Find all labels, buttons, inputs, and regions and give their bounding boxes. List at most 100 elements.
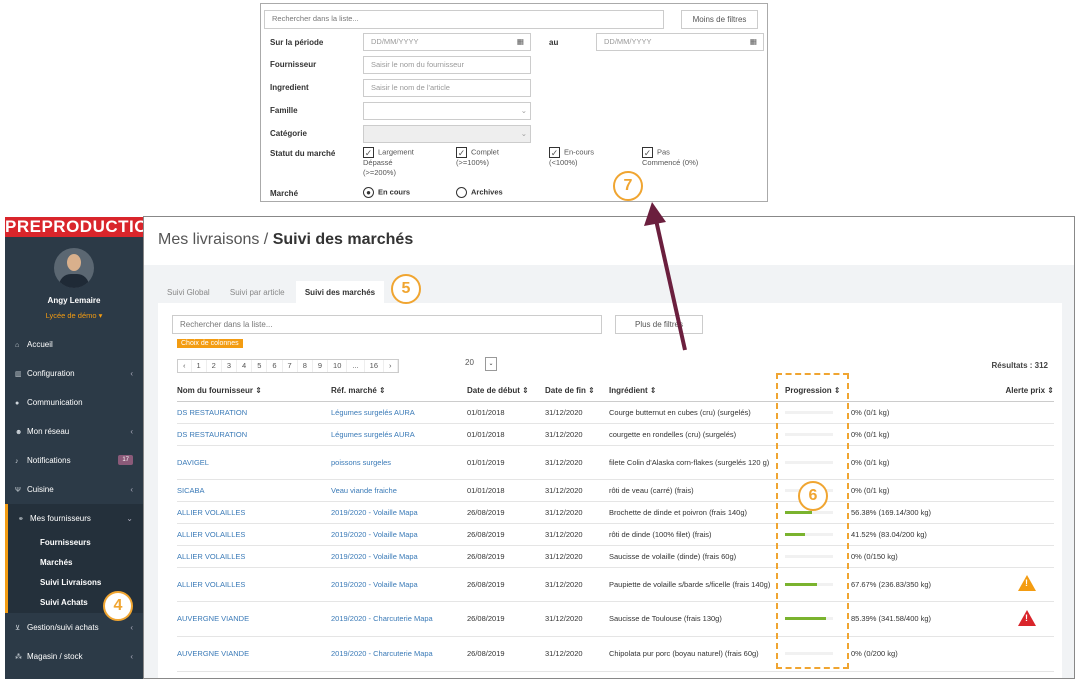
market-link[interactable]: 2019/2020 - Volaille Mapa (331, 545, 467, 568)
radio-archives[interactable]: Archives (456, 187, 503, 198)
page-link[interactable]: 10 (328, 360, 348, 372)
table-row[interactable]: AUVERGNE VIANDE 2019/2020 - Charcuterie … (177, 601, 1054, 637)
category-label: Catégorie (270, 129, 307, 138)
supplier-input[interactable]: Saisir le nom du fournisseur (363, 56, 531, 74)
sidebar-subitem-suivi-livraisons[interactable]: Suivi Livraisons (5, 573, 143, 593)
status-largement-depasse[interactable]: ✓ Largement Dépassé (>=200%) (363, 147, 443, 178)
sidebar-item-accueil[interactable]: ⌂ Accueil (5, 330, 143, 359)
supplier-link[interactable]: AUVERGNE VIANDE (177, 601, 331, 637)
to-label: au (549, 38, 559, 47)
page-link[interactable]: 3 (222, 360, 238, 372)
column-header[interactable]: Alerte prix ⇕ (981, 381, 1054, 402)
tab-suivi-par-article[interactable]: Suivi par article (221, 281, 294, 305)
table-row[interactable]: ALLIER VOLAILLES 2019/2020 - Volaille Ma… (177, 567, 1054, 602)
supplier-link[interactable]: ALLIER VOLAILLES (177, 523, 331, 546)
sidebar-item-mon-reseau[interactable]: ☻ Mon réseau ‹ (5, 417, 143, 446)
page-size-select[interactable]: ⌄ (485, 357, 497, 371)
ingredient: courgette en rondelles (cru) (surgelés) (609, 423, 785, 446)
price-alert (981, 423, 1054, 446)
date-to-field[interactable]: DD/MM/YYYY ▦ (596, 33, 764, 51)
status-en-cours[interactable]: ✓ En-cours (<100%) (549, 147, 629, 168)
column-header[interactable]: Date de début ⇕ (467, 381, 545, 402)
sidebar-item-notifications[interactable]: ♪ Notifications 17 (5, 446, 143, 475)
market-link[interactable]: 2019/2020 - Volaille Mapa (331, 501, 467, 524)
less-filters-button[interactable]: Moins de filtres (681, 10, 758, 29)
chevron-down-icon: ⌄ (520, 129, 527, 138)
supplier-link[interactable]: ALLIER VOLAILLES (177, 501, 331, 524)
ingredient: rôti de dinde (100% filet) (frais) (609, 523, 785, 546)
callout-6: 6 (798, 481, 828, 511)
radio-en-cours[interactable]: ● En cours (363, 187, 410, 198)
page-link[interactable]: 9 (313, 360, 329, 372)
notification-badge: 17 (118, 455, 133, 465)
market-link[interactable]: poissons surgeles (331, 445, 467, 480)
market-link[interactable]: 2019/2020 - Charcuterie Mapa (331, 601, 467, 637)
column-header[interactable]: Réf. marché ⇕ (331, 381, 467, 402)
page-link[interactable]: ‹ (178, 360, 192, 372)
family-label: Famille (270, 106, 298, 115)
table-row[interactable]: ALLIER VOLAILLES 2019/2020 - Volaille Ma… (177, 501, 1054, 524)
supplier-link[interactable]: DS RESTAURATION (177, 401, 331, 424)
category-select[interactable]: ⌄ (363, 125, 531, 143)
family-select[interactable]: ⌄ (363, 102, 531, 120)
fork-icon: Ψ (15, 487, 21, 494)
market-link[interactable]: Légumes surgelés AURA (331, 401, 467, 424)
column-header[interactable]: Nom du fournisseur ⇕ (177, 381, 331, 402)
tab-suivi-global[interactable]: Suivi Global (158, 281, 219, 305)
status-pas-commence[interactable]: ✓ Pas Commencé (0%) (642, 147, 732, 168)
column-header[interactable]: Ingrédient ⇕ (609, 381, 785, 402)
page-link[interactable]: 2 (207, 360, 222, 372)
ingredient-input[interactable]: Saisir le nom de l'article (363, 79, 531, 97)
page-size-value: 20 (465, 358, 474, 367)
school-selector[interactable]: Lycée de démo ▾ (5, 311, 143, 320)
page-link[interactable]: 4 (237, 360, 253, 372)
table-row[interactable]: AUVERGNE VIANDE 2019/2020 - Charcuterie … (177, 636, 1054, 672)
supplier-link[interactable]: DAVIGEL (177, 445, 331, 480)
supplier-link[interactable]: DS RESTAURATION (177, 423, 331, 446)
sidebar-item-mes-fournisseurs[interactable]: ⚭ Mes fournisseurs ⌄ (5, 504, 143, 533)
market-link[interactable]: 2019/2020 - Volaille Mapa (331, 567, 467, 602)
sidebar-subitem-fournisseurs[interactable]: Fournisseurs (5, 533, 143, 553)
page-link[interactable]: 5 (252, 360, 268, 372)
sidebar-item-cuisine[interactable]: Ψ Cuisine ‹ (5, 475, 143, 504)
filter-search-input[interactable]: Rechercher dans la liste... (264, 10, 664, 29)
page-link[interactable]: › (384, 360, 398, 372)
market-link[interactable]: Légumes surgelés AURA (331, 423, 467, 446)
start-date: 26/08/2019 (467, 523, 545, 546)
progress-text: 85.39% (341.58/400 kg) (851, 601, 981, 637)
table-row[interactable]: ALLIER VOLAILLES 2019/2020 - Volaille Ma… (177, 545, 1054, 568)
page-link[interactable]: 8 (298, 360, 313, 372)
callout-4: 4 (103, 591, 133, 621)
supplier-link[interactable]: ALLIER VOLAILLES (177, 567, 331, 602)
page-link[interactable]: ... (347, 360, 365, 372)
market-link[interactable]: Veau viande fraiche (331, 479, 467, 502)
table-row[interactable]: DAVIGEL poissons surgeles 01/01/2019 31/… (177, 445, 1054, 480)
sidebar-item-configuration[interactable]: ▥ Configuration ‹ (5, 359, 143, 388)
table-row[interactable]: ALLIER VOLAILLES 2019/2020 - Volaille Ma… (177, 523, 1054, 546)
column-header[interactable]: Date de fin ⇕ (545, 381, 609, 402)
progress-text: 41.52% (83.04/200 kg) (851, 523, 981, 546)
table-row[interactable]: SICABA Veau viande fraiche 01/01/2018 31… (177, 479, 1054, 502)
market-link[interactable]: 2019/2020 - Charcuterie Mapa (331, 636, 467, 672)
page-link[interactable]: 7 (283, 360, 298, 372)
status-complet[interactable]: ✓ Complet (>=100%) (456, 147, 536, 168)
avatar[interactable] (54, 248, 94, 288)
market-link[interactable]: 2019/2020 - Volaille Mapa (331, 523, 467, 546)
supplier-link[interactable]: SICABA (177, 479, 331, 502)
page-link[interactable]: 16 (365, 360, 384, 372)
date-from-field[interactable]: DD/MM/YYYY ▦ (363, 33, 531, 51)
sidebar-item-communication[interactable]: ● Communication (5, 388, 143, 417)
choose-columns-button[interactable]: Choix de colonnes (177, 339, 243, 348)
table-row[interactable]: DS RESTAURATION Légumes surgelés AURA 01… (177, 401, 1054, 424)
supplier-link[interactable]: AUVERGNE VIANDE (177, 636, 331, 672)
sidebar-subitem-marches[interactable]: Marchés (5, 553, 143, 573)
page-link[interactable]: 1 (192, 360, 207, 372)
tab-suivi-des-marches[interactable]: Suivi des marchés (295, 281, 385, 305)
ingredient: Saucisse de volaille (dinde) (frais 60g) (609, 545, 785, 568)
progress-text: 0% (0/150 kg) (851, 545, 981, 568)
table-row[interactable]: DS RESTAURATION Légumes surgelés AURA 01… (177, 423, 1054, 446)
search-input[interactable]: Rechercher dans la liste... (172, 315, 602, 334)
sidebar-item-magasin-stock[interactable]: ⁂ Magasin / stock ‹ (5, 642, 143, 671)
supplier-link[interactable]: ALLIER VOLAILLES (177, 545, 331, 568)
page-link[interactable]: 6 (267, 360, 283, 372)
